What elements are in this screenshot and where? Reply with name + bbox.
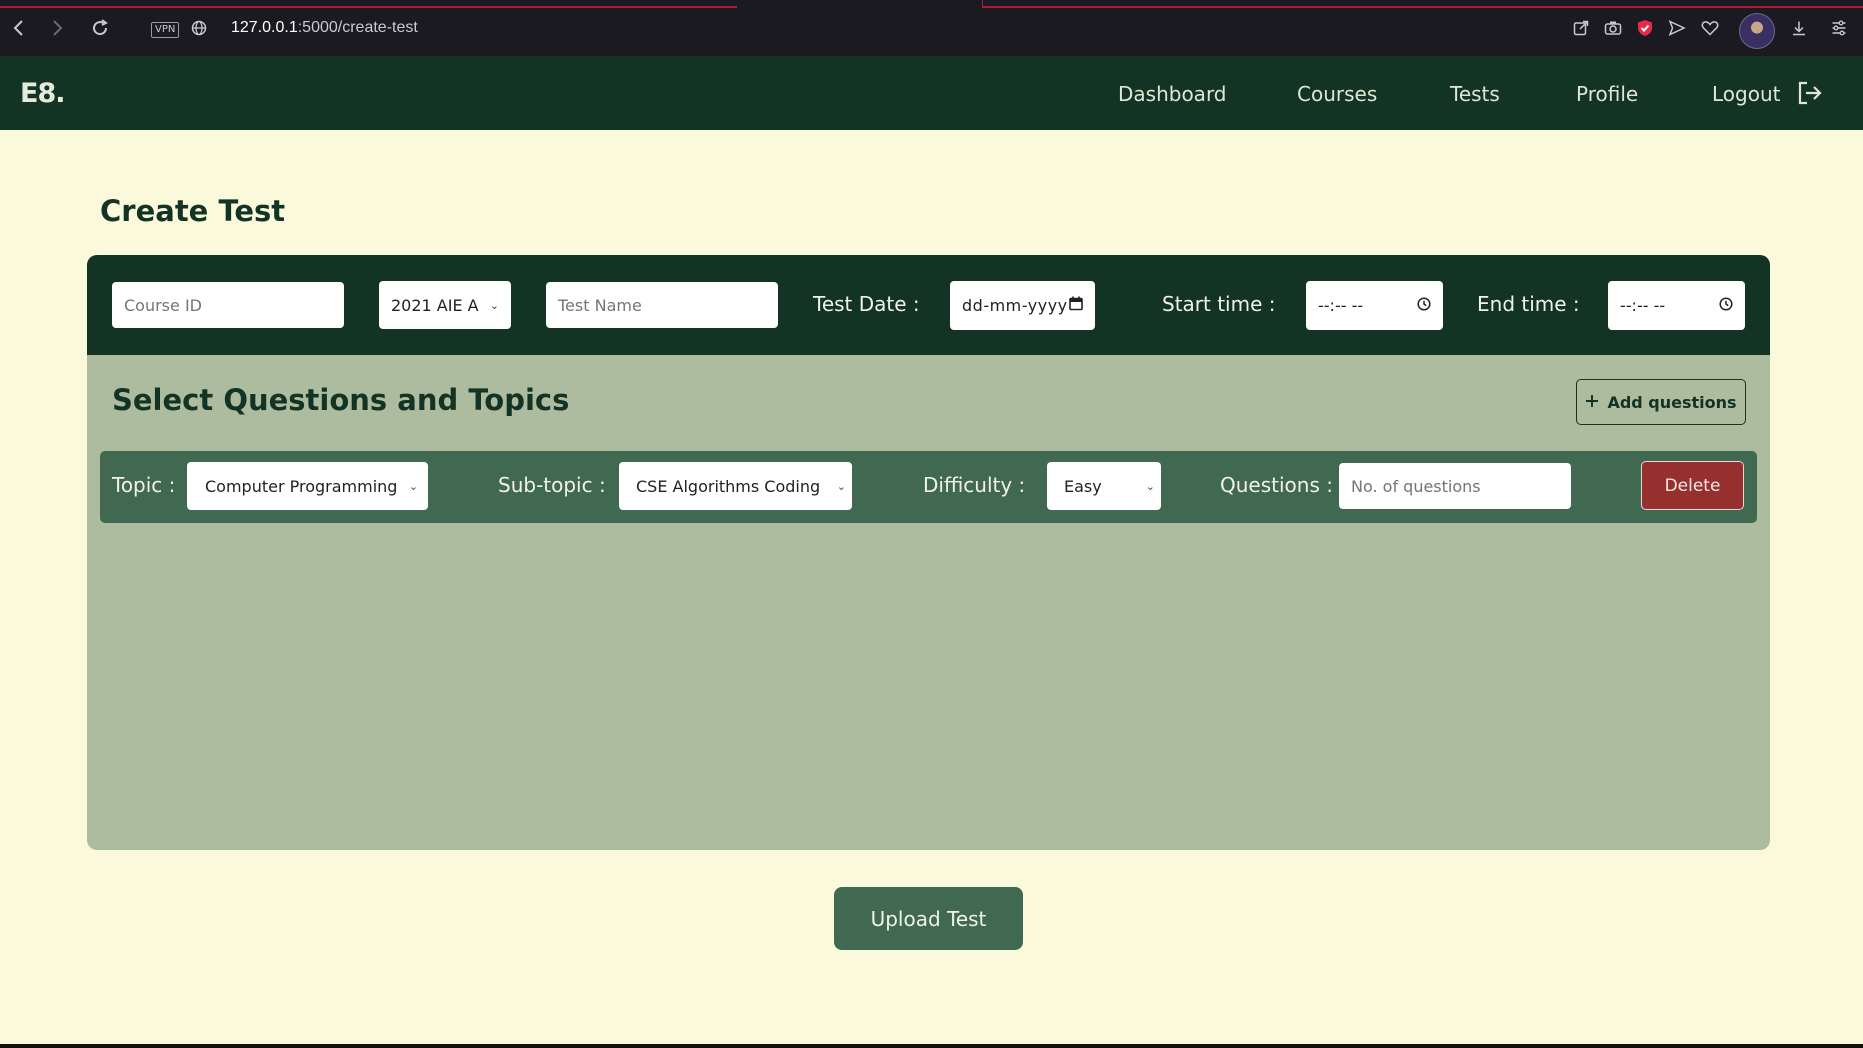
- nav-tests[interactable]: Tests: [1450, 82, 1500, 106]
- nav-courses[interactable]: Courses: [1297, 82, 1377, 106]
- subtopic-selected-value: CSE Algorithms Coding: [636, 476, 821, 496]
- share-icon[interactable]: [1570, 14, 1592, 42]
- clock-icon[interactable]: [1719, 296, 1733, 315]
- heart-icon[interactable]: [1699, 14, 1721, 42]
- tab-indicator: [0, 0, 737, 8]
- logout-icon[interactable]: [1797, 81, 1823, 109]
- globe-icon[interactable]: [188, 14, 210, 42]
- topic-select[interactable]: Computer Programming ⌄: [187, 462, 428, 510]
- vpn-badge[interactable]: VPN: [151, 22, 180, 38]
- download-icon[interactable]: [1788, 14, 1810, 42]
- question-count-input[interactable]: [1339, 463, 1571, 509]
- app-logo[interactable]: E8.: [20, 78, 65, 109]
- add-questions-button[interactable]: Add questions: [1576, 379, 1746, 425]
- end-time-label: End time :: [1477, 292, 1580, 316]
- test-date-input[interactable]: dd-mm-yyyy: [950, 281, 1095, 330]
- section-title: Select Questions and Topics: [112, 383, 570, 417]
- subtopic-label: Sub-topic :: [498, 473, 606, 497]
- start-time-label: Start time :: [1162, 292, 1276, 316]
- start-time-input[interactable]: --:-- --: [1306, 281, 1443, 330]
- test-name-input[interactable]: [546, 282, 778, 328]
- start-time-placeholder: --:-- --: [1318, 296, 1364, 315]
- nav-dashboard[interactable]: Dashboard: [1118, 82, 1227, 106]
- chevron-down-icon: ⌄: [836, 479, 846, 493]
- url-host: 127.0.0.1: [231, 19, 298, 36]
- calendar-icon[interactable]: [1069, 296, 1083, 315]
- date-placeholder: dd-mm-yyyy: [962, 296, 1068, 315]
- url-path: :5000/create-test: [297, 19, 418, 36]
- chevron-down-icon: ⌄: [1145, 479, 1155, 493]
- batch-select[interactable]: 2021 AIE A ⌄: [379, 281, 511, 329]
- tab-indicator: [982, 0, 1863, 8]
- test-date-label: Test Date :: [813, 292, 920, 316]
- address-bar[interactable]: 127.0.0.1:5000/create-test: [231, 19, 418, 37]
- difficulty-select[interactable]: Easy ⌄: [1047, 462, 1161, 510]
- camera-icon[interactable]: [1602, 14, 1624, 42]
- chevron-down-icon: ⌄: [408, 479, 418, 493]
- nav-logout[interactable]: Logout: [1712, 82, 1780, 106]
- course-id-input[interactable]: [112, 282, 344, 328]
- page-title: Create Test: [100, 194, 286, 228]
- topic-selected-value: Computer Programming: [205, 476, 398, 496]
- window-bottom-border: [0, 1044, 1863, 1048]
- difficulty-label: Difficulty :: [923, 473, 1026, 497]
- shield-icon[interactable]: [1634, 14, 1656, 42]
- reload-icon[interactable]: [88, 14, 112, 42]
- topic-label: Topic :: [112, 473, 176, 497]
- end-time-input[interactable]: --:-- --: [1608, 281, 1745, 330]
- delete-row-button[interactable]: Delete: [1641, 461, 1744, 510]
- chevron-down-icon: ⌄: [489, 298, 499, 312]
- subtopic-select[interactable]: CSE Algorithms Coding ⌄: [619, 462, 852, 510]
- difficulty-selected-value: Easy: [1064, 476, 1102, 496]
- add-questions-label: Add questions: [1607, 392, 1737, 412]
- create-test-card: 2021 AIE A ⌄ Test Date : dd-mm-yyyy Star…: [87, 255, 1770, 850]
- test-details-bar: 2021 AIE A ⌄ Test Date : dd-mm-yyyy Star…: [87, 255, 1770, 355]
- back-icon[interactable]: [8, 14, 30, 42]
- send-icon[interactable]: [1666, 14, 1688, 42]
- nav-profile[interactable]: Profile: [1576, 82, 1638, 106]
- questions-label: Questions :: [1220, 473, 1333, 497]
- upload-test-button[interactable]: Upload Test: [834, 887, 1023, 950]
- clock-icon[interactable]: [1417, 296, 1431, 315]
- menu-icon[interactable]: [1828, 14, 1850, 42]
- question-topic-row: Topic : Computer Programming ⌄ Sub-topic…: [100, 451, 1757, 523]
- browser-toolbar: VPN 127.0.0.1:5000/create-test: [0, 0, 1863, 56]
- profile-avatar[interactable]: [1739, 13, 1775, 49]
- end-time-placeholder: --:-- --: [1620, 296, 1666, 315]
- plus-icon: [1585, 393, 1599, 412]
- forward-icon[interactable]: [46, 14, 68, 42]
- app-navbar: E8. Dashboard Courses Tests Profile Logo…: [0, 56, 1863, 130]
- batch-selected-value: 2021 AIE A: [391, 295, 479, 315]
